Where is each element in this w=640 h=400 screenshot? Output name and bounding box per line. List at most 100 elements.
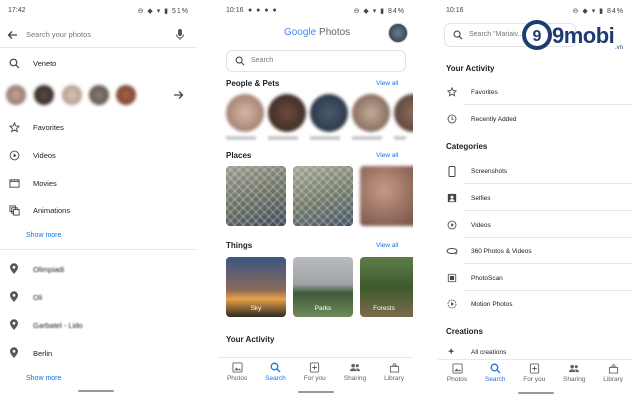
people-icon <box>569 364 580 373</box>
person-face[interactable] <box>6 85 26 105</box>
person-thumb[interactable] <box>268 94 306 132</box>
person-thumb[interactable] <box>394 94 413 132</box>
status-icons: ⊖ ◆ ▾ ▮ 84% <box>353 8 405 15</box>
place-thumb[interactable] <box>360 166 413 226</box>
show-more-link[interactable]: Show more <box>26 375 61 382</box>
search-screen-middle: 10:16 ● ● ● ● ⊖ ◆ ▾ ▮ 84% Google Photos … <box>218 0 413 400</box>
watermark-text: 9mobi <box>552 23 615 48</box>
search-icon <box>270 362 281 373</box>
photos-icon <box>232 362 243 373</box>
list-item-favorites[interactable]: Favorites <box>438 81 632 103</box>
star-icon <box>7 120 21 134</box>
nav-library[interactable]: Library <box>384 362 404 382</box>
thing-card-parks[interactable]: Parks <box>293 257 353 317</box>
nav-label: Sharing <box>343 375 367 382</box>
nav-for-you[interactable]: For you <box>523 363 545 383</box>
list-item-photoscan[interactable]: PhotoScan <box>438 267 632 289</box>
sparkle-icon <box>445 345 459 359</box>
nav-search[interactable]: Search <box>265 362 286 382</box>
list-item-videos[interactable]: Videos <box>438 214 632 236</box>
place-thumb[interactable] <box>226 166 286 226</box>
library-icon <box>608 364 618 374</box>
list-item-label: 360 Photos & Videos <box>471 247 532 255</box>
notification-icons: ● ● ● ● <box>248 7 278 14</box>
people-icon <box>349 363 360 372</box>
show-more-link[interactable]: Show more <box>26 232 61 239</box>
person-thumb[interactable] <box>310 94 348 132</box>
list-item-label: Videos <box>471 221 491 229</box>
arrow-forward-icon[interactable] <box>172 89 184 101</box>
search-bar[interactable]: Search your photos <box>0 24 197 46</box>
star-icon <box>445 85 459 99</box>
search-input[interactable]: Search <box>251 57 273 64</box>
list-item-all-creations[interactable]: All creations <box>438 345 632 359</box>
status-bar: 10:16 ● ● ● ● ⊖ ◆ ▾ ▮ 84% <box>218 0 413 20</box>
nav-sharing[interactable]: Sharing <box>344 362 366 382</box>
person-thumb[interactable] <box>352 94 390 132</box>
nav-library[interactable]: Library <box>603 363 623 383</box>
nav-for-you[interactable]: For you <box>304 362 326 382</box>
person-face[interactable] <box>62 85 82 105</box>
place-thumb[interactable] <box>293 166 353 226</box>
location-pin-icon <box>7 318 21 332</box>
battery-level: 84% <box>387 8 405 15</box>
list-item-movies[interactable]: Movies <box>0 172 197 194</box>
thing-card-forests[interactable]: Forests <box>360 257 413 317</box>
nav-label: For you <box>303 375 326 382</box>
status-icons: ⊖ ◆ ▾ ▮ 51% <box>137 8 189 15</box>
person-face[interactable] <box>116 85 136 105</box>
place-item[interactable]: Olimpiadi <box>0 258 197 280</box>
for-you-icon <box>310 362 320 373</box>
list-item-label: Videos <box>33 150 56 160</box>
list-item-selfies[interactable]: Selfies <box>438 187 632 209</box>
search-screen-left: 17:42 ⊖ ◆ ▾ ▮ 51% Search your photos Ven… <box>0 0 197 400</box>
nav-label: Library <box>603 376 624 383</box>
location-pin-icon <box>7 290 21 304</box>
person-face[interactable] <box>34 85 54 105</box>
list-item-videos[interactable]: Videos <box>0 144 197 166</box>
list-item-recently-added[interactable]: Recently Added <box>438 108 632 130</box>
play-circle-icon <box>445 218 459 232</box>
battery-level: 84% <box>606 8 624 15</box>
list-item-motion-photos[interactable]: Motion Photos <box>438 293 632 315</box>
view-all-link[interactable]: View all <box>376 242 398 249</box>
search-screen-right: 10:16 ⊖ ◆ ▾ ▮ 84% Search "Mariaiv... 9 9… <box>438 0 632 400</box>
list-item-label: PhotoScan <box>471 274 503 282</box>
list-item-favorites[interactable]: Favorites <box>0 116 197 138</box>
360-icon <box>445 244 459 258</box>
search-suggestion[interactable]: Veneto <box>0 52 197 74</box>
list-item-360[interactable]: 360 Photos & Videos <box>438 240 632 262</box>
nav-search[interactable]: Search <box>485 363 505 383</box>
search-icon <box>235 56 245 66</box>
place-item[interactable]: Berlin <box>0 342 197 364</box>
library-icon <box>389 363 399 373</box>
search-icon <box>7 56 21 70</box>
thing-card-sky[interactable]: Sky <box>226 257 286 317</box>
thing-label: Parks <box>314 305 332 312</box>
place-item[interactable]: Garbatel - Lido <box>0 314 197 336</box>
nav-label: Search <box>265 375 286 382</box>
nav-sharing[interactable]: Sharing <box>563 363 585 383</box>
section-title-things: Things <box>226 241 253 250</box>
back-arrow-icon[interactable] <box>7 29 19 41</box>
list-item-animations[interactable]: Animations <box>0 199 197 221</box>
search-icon <box>453 30 463 40</box>
microphone-icon[interactable] <box>175 28 185 41</box>
photos-icon <box>451 363 463 374</box>
view-all-link[interactable]: View all <box>376 152 398 159</box>
avatar[interactable] <box>388 23 408 43</box>
list-item-screenshots[interactable]: Screenshots <box>438 160 632 182</box>
place-label: Berlin <box>33 348 53 358</box>
search-input[interactable]: Search your photos <box>26 30 91 39</box>
search-input[interactable]: Search "Mariaiv... <box>469 31 523 38</box>
person-thumb[interactable] <box>226 94 264 132</box>
place-item[interactable]: Oli <box>0 286 197 308</box>
person-face[interactable] <box>89 85 109 105</box>
view-all-link[interactable]: View all <box>376 80 398 87</box>
battery-level: 51% <box>171 8 189 15</box>
nav-photos[interactable]: Photos <box>447 363 467 383</box>
nav-photos[interactable]: Photos <box>227 362 247 382</box>
google-photos-logo: Google Photos <box>284 27 350 38</box>
search-bar[interactable]: Search <box>226 50 406 72</box>
gesture-bar <box>298 391 334 393</box>
